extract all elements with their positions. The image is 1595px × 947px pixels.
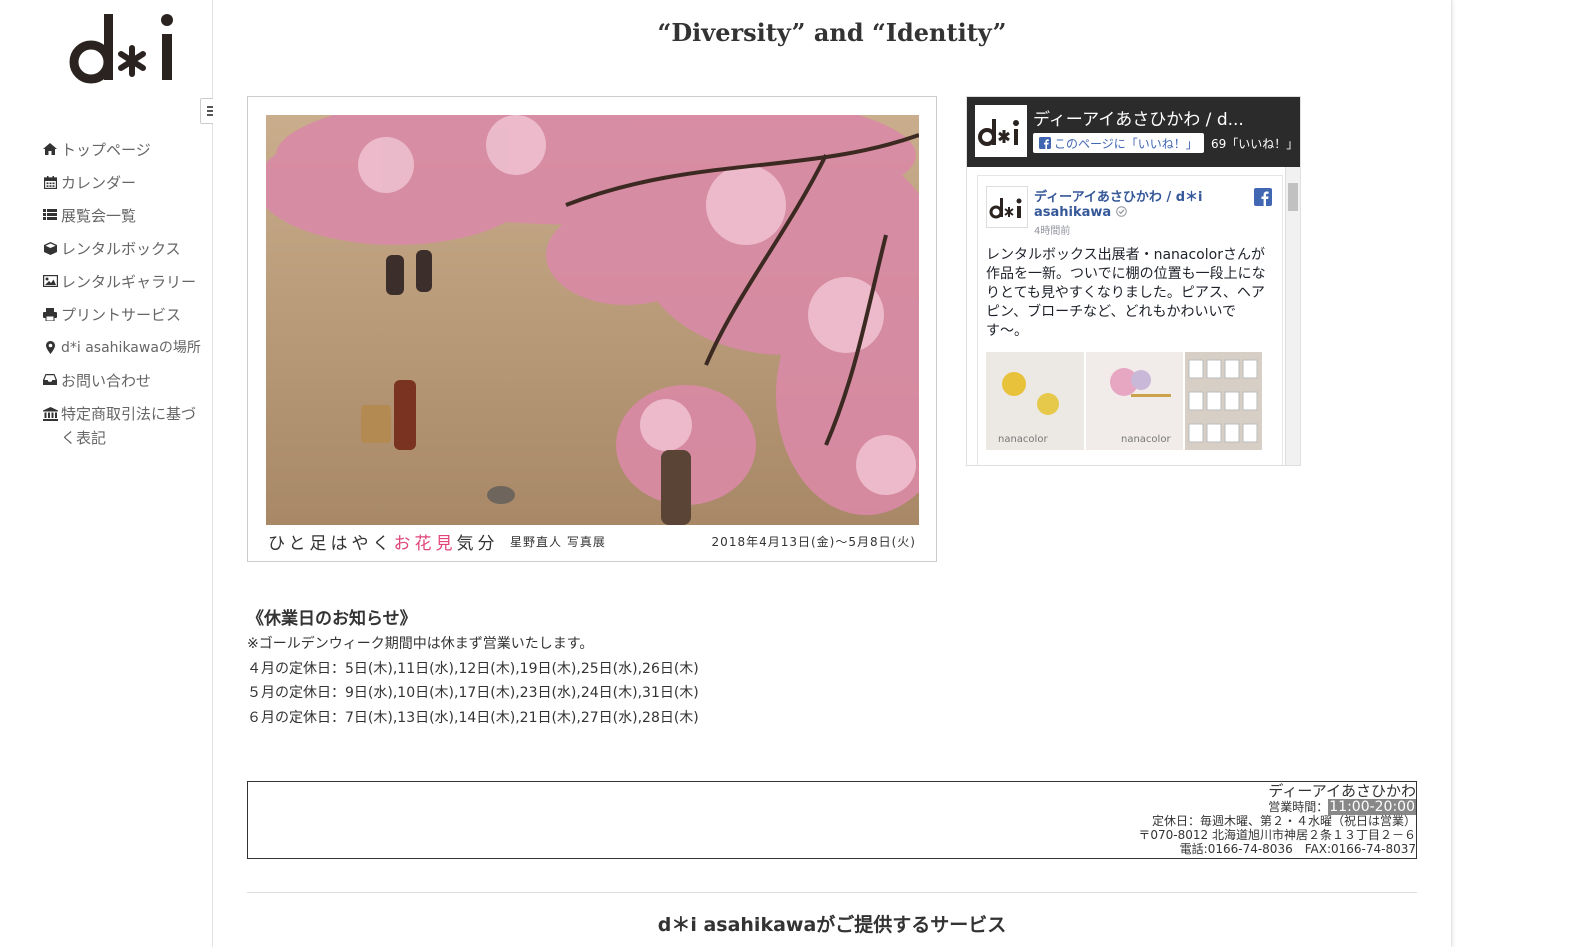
banner-photographer: 星野直人 写真展: [510, 535, 606, 549]
nav-item-contact[interactable]: お問い合わせ: [39, 365, 209, 398]
nav-label: 展覧会一覧: [61, 207, 137, 225]
main-content: “Diversity” and “Identity” ひと足はやくお花見気分 星…: [213, 0, 1452, 947]
fb-scroll-thumb[interactable]: [1288, 183, 1298, 211]
fb-img-label: nanacolor: [1121, 434, 1171, 445]
nav-item-location[interactable]: d*i asahikawaの場所: [39, 332, 209, 365]
nav-item-legal[interactable]: 特定商取引法に基づく表記: [39, 398, 209, 455]
fb-post-avatar[interactable]: [986, 186, 1028, 228]
notice-line: ６月の定休日：7日(木),13日(水),14日(木),21日(木),27日(水)…: [247, 709, 699, 726]
notice-line: ４月の定休日：5日(木),11日(水),12日(木),19日(木),25日(水)…: [247, 660, 699, 677]
nav-label: 特定商取引法に基づく表記: [61, 405, 197, 447]
banner-dates: 2018年4月13日(金)〜5月8日(火): [711, 535, 916, 549]
list-icon: [43, 209, 57, 220]
nav-item-top[interactable]: トップページ: [39, 134, 209, 167]
print-icon: [43, 308, 57, 321]
fb-cover: ディーアイあさひかわ / d... このページに「いいね！」 69「いいね！」: [967, 97, 1300, 167]
fb-scrollbar[interactable]: [1285, 167, 1300, 465]
fb-page-title[interactable]: ディーアイあさひかわ / d...: [1033, 105, 1244, 130]
store-info: ディーアイあさひかわ 営業時間：11:00-20:00 定休日：毎週木曜、第２・…: [1138, 782, 1416, 856]
sidebar-nav: トップページ カレンダー 展覧会一覧 レンタルボックス レンタルギャラリー プリ…: [39, 134, 209, 455]
nav-label: レンタルギャラリー: [61, 273, 197, 291]
section-divider: [247, 892, 1417, 893]
nav-label: トップページ: [61, 141, 151, 159]
fb-post-image[interactable]: [1185, 352, 1262, 450]
exhibition-banner[interactable]: ひと足はやくお花見気分 星野直人 写真展 2018年4月13日(金)〜5月8日(…: [247, 96, 937, 562]
store-address: 〒070-8012 北海道旭川市神居２条１３丁目２－６: [1138, 828, 1416, 842]
nav-item-exhibitions[interactable]: 展覧会一覧: [39, 200, 209, 233]
fb-post-images[interactable]: nanacolor nanacolor: [986, 352, 1266, 452]
cherry-blossom-photo: [266, 115, 919, 525]
holiday-notice: 《休業日のお知らせ》 ※ゴールデンウィーク期間中は休まず営業いたします。 ４月の…: [247, 606, 699, 730]
facebook-icon[interactable]: [1254, 188, 1272, 206]
notice-title: 《休業日のお知らせ》: [247, 609, 417, 629]
fb-like-count: 69「いいね！」: [1211, 137, 1299, 151]
store-closed-days: 定休日：毎週木曜、第２・４水曜（祝日は営業）: [1151, 814, 1416, 828]
picture-icon: [42, 275, 58, 287]
home-icon: [43, 143, 57, 155]
nav-label: カレンダー: [61, 174, 137, 192]
fb-post: ディーアイあさひかわ / d＊i asahikawa 4時間前 レンタルボックス…: [977, 175, 1283, 465]
nav-item-rental-gallery[interactable]: レンタルギャラリー: [39, 266, 209, 299]
notice-line: ５月の定休日：9日(水),10日(木),17日(木),23日(水),24日(木)…: [247, 685, 699, 701]
nav-label: お問い合わせ: [61, 372, 152, 390]
facebook-page-widget[interactable]: ディーアイあさひかわ / d... このページに「いいね！」 69「いいね！」 …: [966, 96, 1301, 466]
verified-icon: [1115, 206, 1127, 217]
nav-label: d*i asahikawaの場所: [61, 340, 201, 356]
fb-post-author[interactable]: ディーアイあさひかわ / d＊i asahikawa: [1034, 186, 1202, 220]
bank-icon: [42, 407, 58, 421]
sidebar: トップページ カレンダー 展覧会一覧 レンタルボックス レンタルギャラリー プリ…: [37, 0, 225, 947]
store-name: ディーアイあさひかわ: [1268, 782, 1416, 800]
fb-post-text: レンタルボックス出展者・nanacolorさんが作品を一新。ついでに棚の位置も一…: [986, 247, 1266, 339]
fb-post-time[interactable]: 4時間前: [1034, 222, 1070, 237]
banner-caption: ひと足はやくお花見気分: [268, 534, 499, 554]
facebook-icon: [1039, 137, 1051, 149]
calendar-icon: [43, 176, 57, 189]
fb-post-image[interactable]: nanacolor: [1086, 352, 1183, 450]
nav-label: レンタルボックス: [61, 240, 181, 258]
store-info-box: ディーアイあさひかわ 営業時間：11:00-20:00 定休日：毎週木曜、第２・…: [247, 781, 1417, 859]
fb-page-avatar[interactable]: [975, 105, 1027, 157]
inbox-icon: [43, 374, 57, 385]
nav-item-print-service[interactable]: プリントサービス: [39, 299, 209, 332]
map-marker-icon: [45, 341, 55, 354]
store-hours: 営業時間：11:00-20:00: [1268, 799, 1416, 815]
site-logo[interactable]: [69, 10, 181, 85]
fb-img-label: nanacolor: [998, 434, 1048, 445]
fb-like-button[interactable]: このページに「いいね！」: [1033, 133, 1204, 153]
page-tagline: “Diversity” and “Identity”: [657, 18, 1007, 47]
services-heading: d＊i asahikawaがご提供するサービス: [657, 914, 1007, 936]
cube-icon: [43, 242, 57, 255]
store-phone: 電話:0166-74-8036 FAX:0166-74-8037: [1179, 842, 1416, 856]
fb-post-image[interactable]: nanacolor: [986, 352, 1084, 450]
nav-item-calendar[interactable]: カレンダー: [39, 167, 209, 200]
notice-line: ※ゴールデンウィーク期間中は休まず営業いたします。: [247, 636, 594, 652]
nav-label: プリントサービス: [61, 306, 182, 324]
nav-item-rental-box[interactable]: レンタルボックス: [39, 233, 209, 266]
